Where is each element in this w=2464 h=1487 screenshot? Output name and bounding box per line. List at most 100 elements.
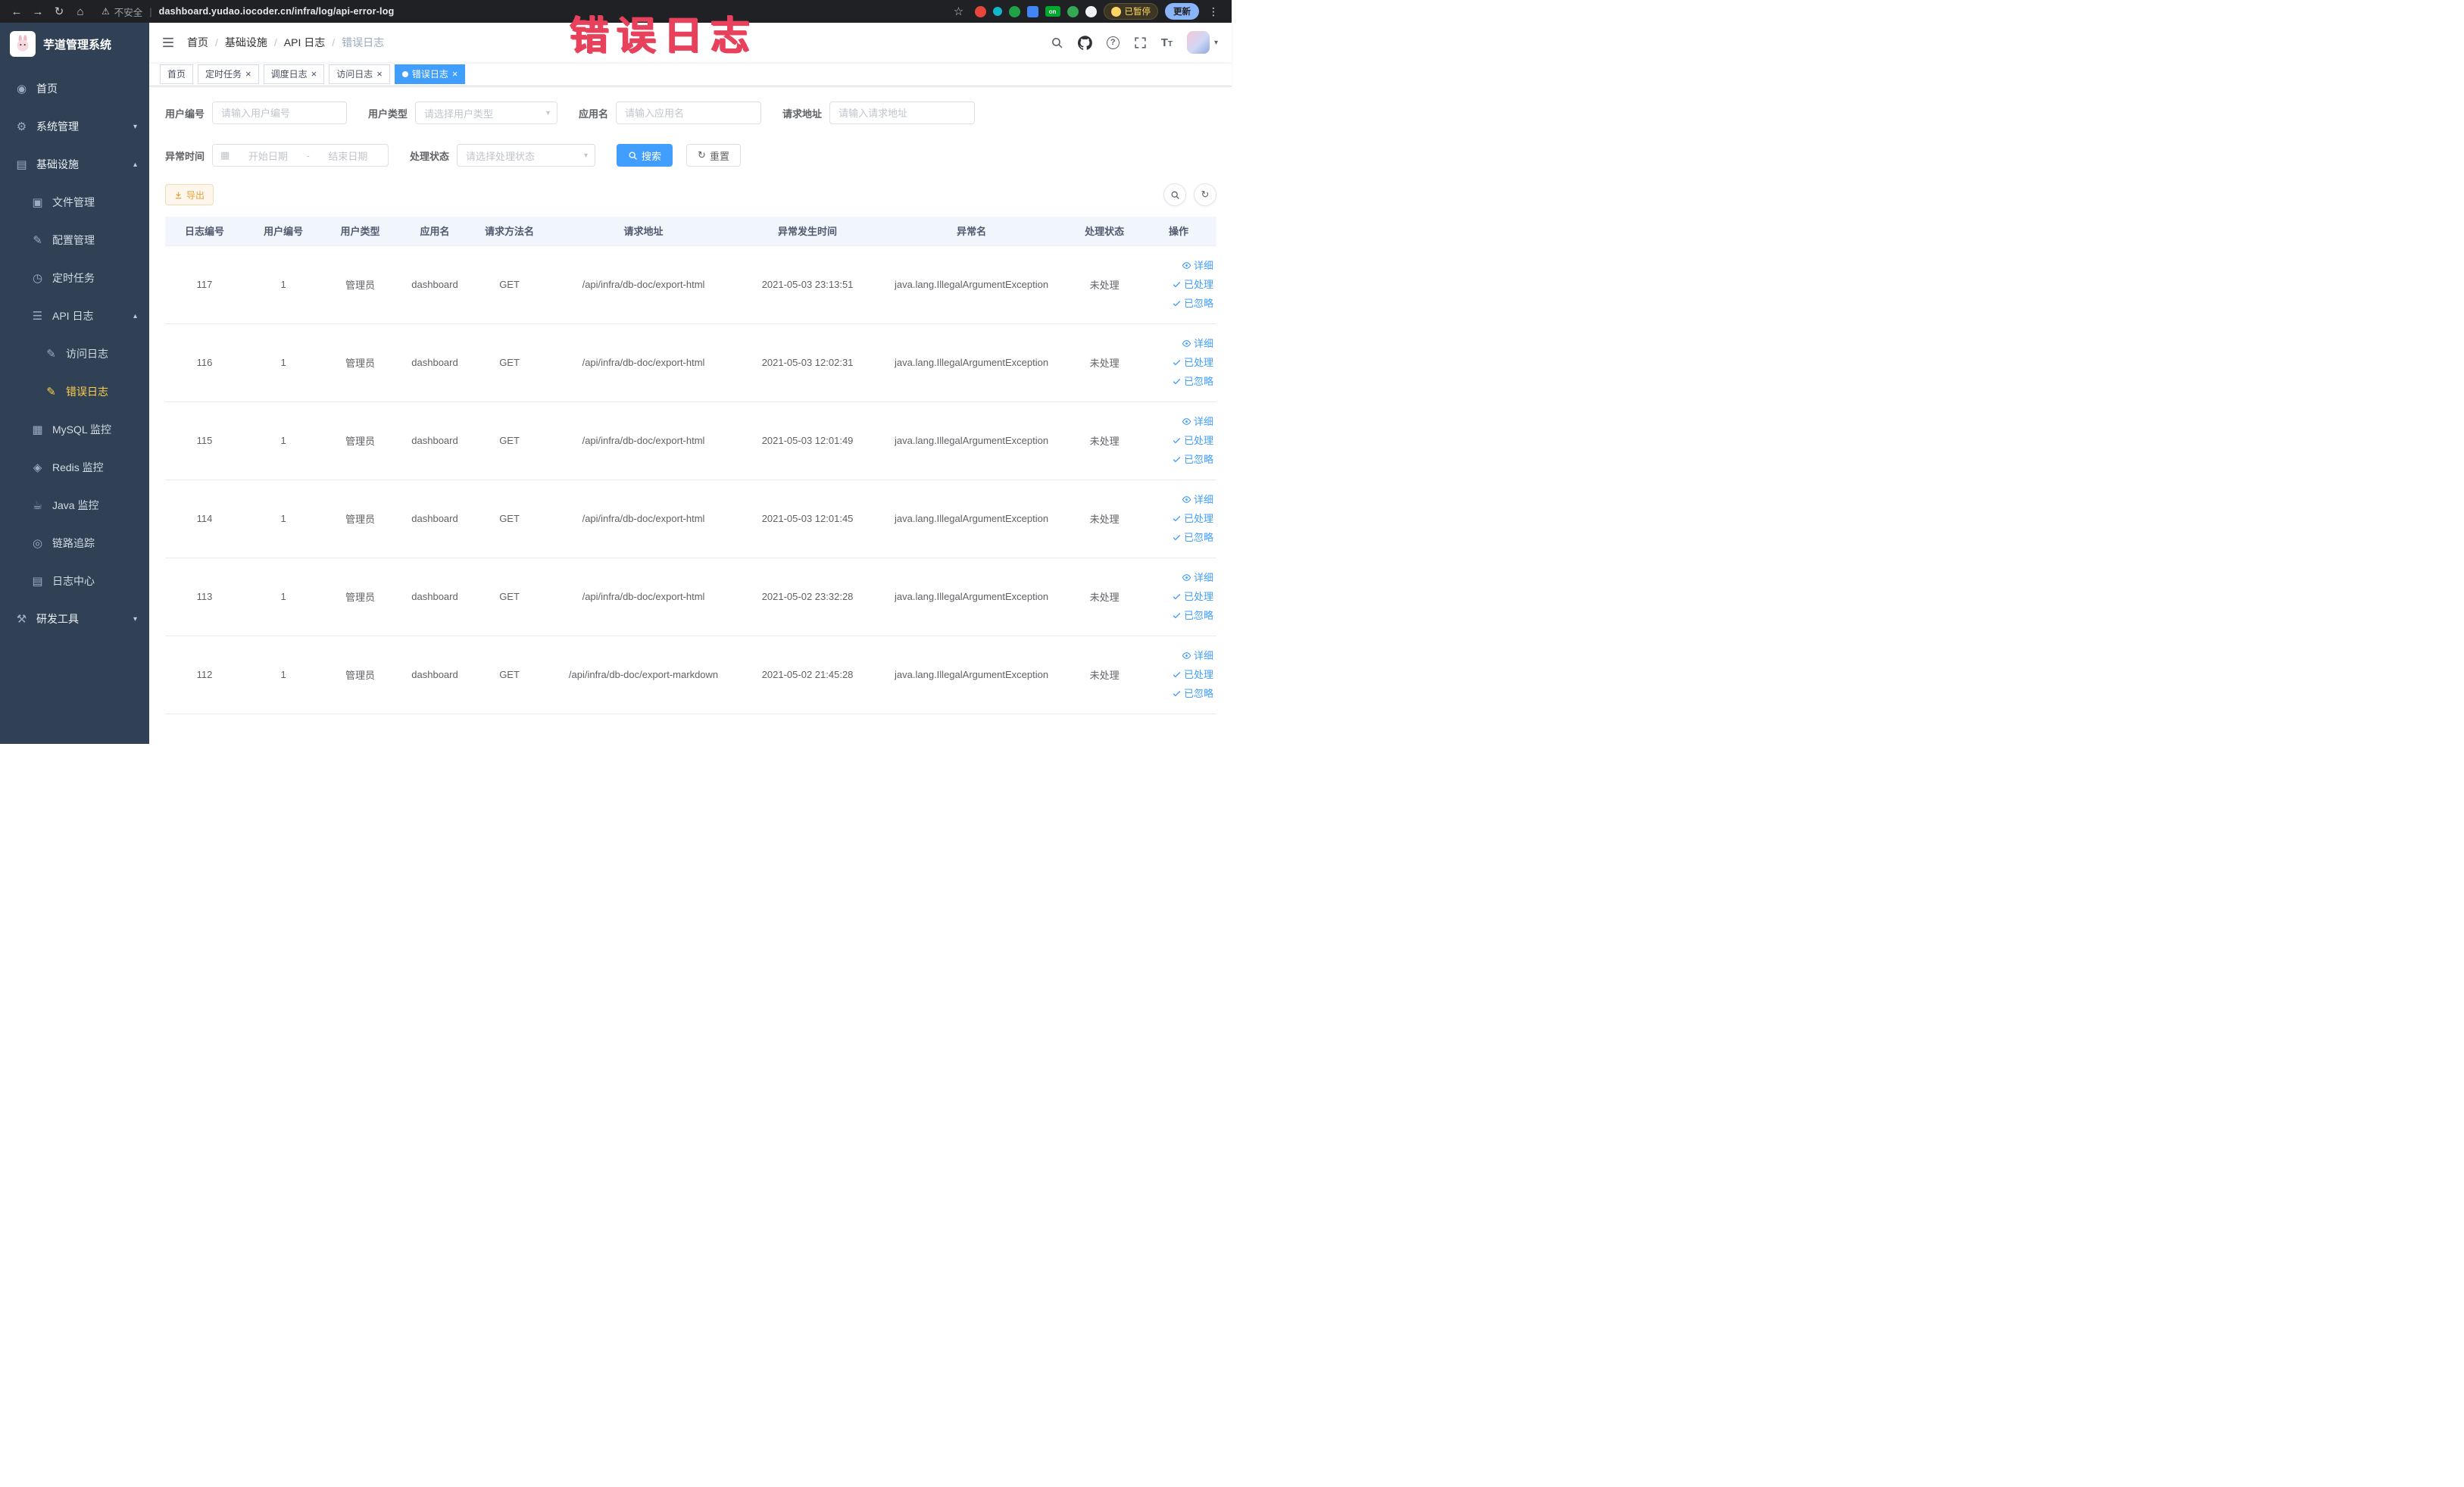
ignored-link[interactable]: 已忽略 [1144, 450, 1213, 469]
sidebar-item-config-management[interactable]: ✎ 配置管理 [0, 221, 149, 259]
extension-icon-red[interactable] [974, 5, 986, 17]
sidebar-item-file-management[interactable]: ▣ 文件管理 [0, 183, 149, 221]
sidebar-toggle-icon[interactable] [161, 36, 175, 49]
reset-button[interactable]: ↻ 重置 [686, 144, 741, 167]
extension-icon-paw[interactable] [1085, 5, 1097, 17]
browser-home-button[interactable]: ⌂ [71, 3, 89, 20]
sidebar-item-dev-tools[interactable]: ⚒ 研发工具 ▾ [0, 600, 149, 638]
fullscreen-icon[interactable] [1134, 36, 1147, 49]
cell-app-name: dashboard [397, 323, 473, 402]
tab-schedule-log[interactable]: 调度日志 × [263, 64, 325, 84]
tab-label: 定时任务 [205, 69, 242, 80]
exception-time-range-picker[interactable]: ▦ 开始日期 - 结束日期 [212, 144, 389, 167]
sidebar-item-mysql-monitor[interactable]: ▦ MySQL 监控 [0, 411, 149, 448]
refresh-table-button[interactable]: ↻ [1194, 183, 1216, 206]
user-type-select[interactable]: 请选择用户类型 ▾ [415, 102, 558, 124]
processed-link[interactable]: 已处理 [1144, 353, 1213, 372]
breadcrumb-infrastructure[interactable]: 基础设施 [225, 35, 267, 50]
cell-user-type: 管理员 [323, 245, 398, 324]
processed-link[interactable]: 已处理 [1144, 587, 1213, 606]
tab-close-icon[interactable]: × [452, 69, 458, 79]
cell-request-method: GET [472, 401, 547, 480]
browser-reload-button[interactable]: ↻ [50, 3, 68, 20]
paused-badge[interactable]: 已暂停 [1103, 3, 1158, 20]
sidebar-item-scheduled-jobs[interactable]: ◷ 定时任务 [0, 259, 149, 297]
sidebar-item-system[interactable]: ⚙ 系统管理 ▾ [0, 108, 149, 145]
github-icon[interactable] [1077, 35, 1092, 50]
sidebar-item-java-monitor[interactable]: ☕ Java 监控 [0, 486, 149, 524]
sidebar-item-infrastructure[interactable]: ▤ 基础设施 ▴ [0, 145, 149, 183]
detail-link[interactable]: 详细 [1144, 490, 1213, 509]
tab-label: 访问日志 [336, 69, 373, 80]
tab-close-icon[interactable]: × [376, 69, 383, 79]
detail-link[interactable]: 详细 [1144, 568, 1213, 587]
tab-error-log[interactable]: 错误日志 × [394, 64, 466, 84]
browser-back-button[interactable]: ← [8, 3, 26, 20]
sidebar-item-log-center[interactable]: ▤ 日志中心 [0, 562, 149, 600]
tab-scheduled-jobs[interactable]: 定时任务 × [198, 64, 259, 84]
sidebar-item-label: 文件管理 [52, 196, 95, 208]
font-size-icon[interactable]: TT [1161, 37, 1173, 48]
tools-icon: ⚒ [16, 613, 27, 626]
sidebar-item-api-logs[interactable]: ☰ API 日志 ▴ [0, 297, 149, 335]
tab-access-log[interactable]: 访问日志 × [329, 64, 390, 84]
sidebar-item-access-log[interactable]: ✎ 访问日志 [0, 335, 149, 373]
sidebar-item-label: 定时任务 [52, 272, 95, 284]
ignored-link[interactable]: 已忽略 [1144, 372, 1213, 391]
processed-link[interactable]: 已处理 [1144, 275, 1213, 294]
extension-icon-teal[interactable] [992, 7, 1002, 16]
ignored-link[interactable]: 已忽略 [1144, 528, 1213, 547]
search-button[interactable]: 搜索 [617, 144, 673, 167]
sidebar-item-redis-monitor[interactable]: ◈ Redis 监控 [0, 448, 149, 486]
processed-link[interactable]: 已处理 [1144, 431, 1213, 450]
address-separator: | [149, 5, 152, 17]
sidebar-item-label: 错误日志 [66, 386, 108, 398]
address-bar[interactable]: ⚠ 不安全 | dashboard.yudao.iocoder.cn/infra… [101, 5, 947, 19]
cell-user-id: 1 [244, 480, 323, 558]
help-icon[interactable]: ? [1106, 36, 1120, 49]
ignored-link[interactable]: 已忽略 [1144, 294, 1213, 313]
table-toolbar: 导出 ↻ [165, 183, 1216, 206]
extension-icon-on-badge[interactable]: on [1045, 6, 1060, 17]
processed-link[interactable]: 已处理 [1144, 665, 1213, 684]
cell-user-id: 1 [244, 323, 323, 402]
breadcrumb-home[interactable]: 首页 [187, 35, 208, 50]
process-status-select[interactable]: 请选择处理状态 ▾ [457, 144, 596, 167]
extension-icon-green[interactable] [1008, 5, 1020, 17]
extension-icon-blue[interactable] [1026, 5, 1038, 17]
cell-process-status: 未处理 [1068, 636, 1141, 714]
ignored-link[interactable]: 已忽略 [1144, 684, 1213, 703]
date-range-separator: - [306, 149, 310, 161]
cell-log-id: 117 [165, 245, 245, 324]
export-button[interactable]: 导出 [165, 184, 214, 205]
detail-link[interactable]: 详细 [1144, 646, 1213, 665]
browser-forward-button[interactable]: → [29, 3, 47, 20]
extension-icon-leaf[interactable] [1066, 5, 1079, 17]
browser-menu-icon[interactable]: ⋮ [1206, 5, 1221, 18]
request-url-input[interactable] [829, 102, 976, 124]
sidebar-item-error-log[interactable]: ✎ 错误日志 [0, 373, 149, 411]
tab-close-icon[interactable]: × [245, 69, 251, 79]
sidebar-item-home[interactable]: ◉ 首页 [0, 70, 149, 108]
breadcrumb-api-logs[interactable]: API 日志 [284, 35, 325, 50]
app-name-input[interactable] [616, 102, 762, 124]
search-icon[interactable] [1051, 36, 1063, 49]
user-avatar-menu[interactable]: ▾ [1186, 31, 1218, 54]
tab-close-icon[interactable]: × [311, 69, 317, 79]
detail-link[interactable]: 详细 [1144, 412, 1213, 431]
end-date-placeholder: 结束日期 [328, 150, 368, 162]
tab-home[interactable]: 首页 [160, 64, 194, 84]
detail-link[interactable]: 详细 [1144, 256, 1213, 275]
bookmark-star-icon[interactable]: ☆ [950, 3, 968, 20]
processed-link[interactable]: 已处理 [1144, 509, 1213, 528]
sidebar-item-label: 研发工具 [36, 613, 79, 625]
ignored-link[interactable]: 已忽略 [1144, 606, 1213, 625]
browser-update-button[interactable]: 更新 [1165, 3, 1199, 20]
detail-link[interactable]: 详细 [1144, 334, 1213, 353]
toggle-search-button[interactable] [1163, 183, 1186, 206]
sidebar-item-link-tracing[interactable]: ◎ 链路追踪 [0, 524, 149, 562]
security-warning-icon: ⚠ [101, 6, 110, 17]
table-row: 112 1 管理员 dashboard GET/api/infra/db-doc/exp… [165, 636, 1216, 714]
user-id-input[interactable] [212, 102, 348, 124]
breadcrumb-current-page: 错误日志 [342, 36, 385, 48]
